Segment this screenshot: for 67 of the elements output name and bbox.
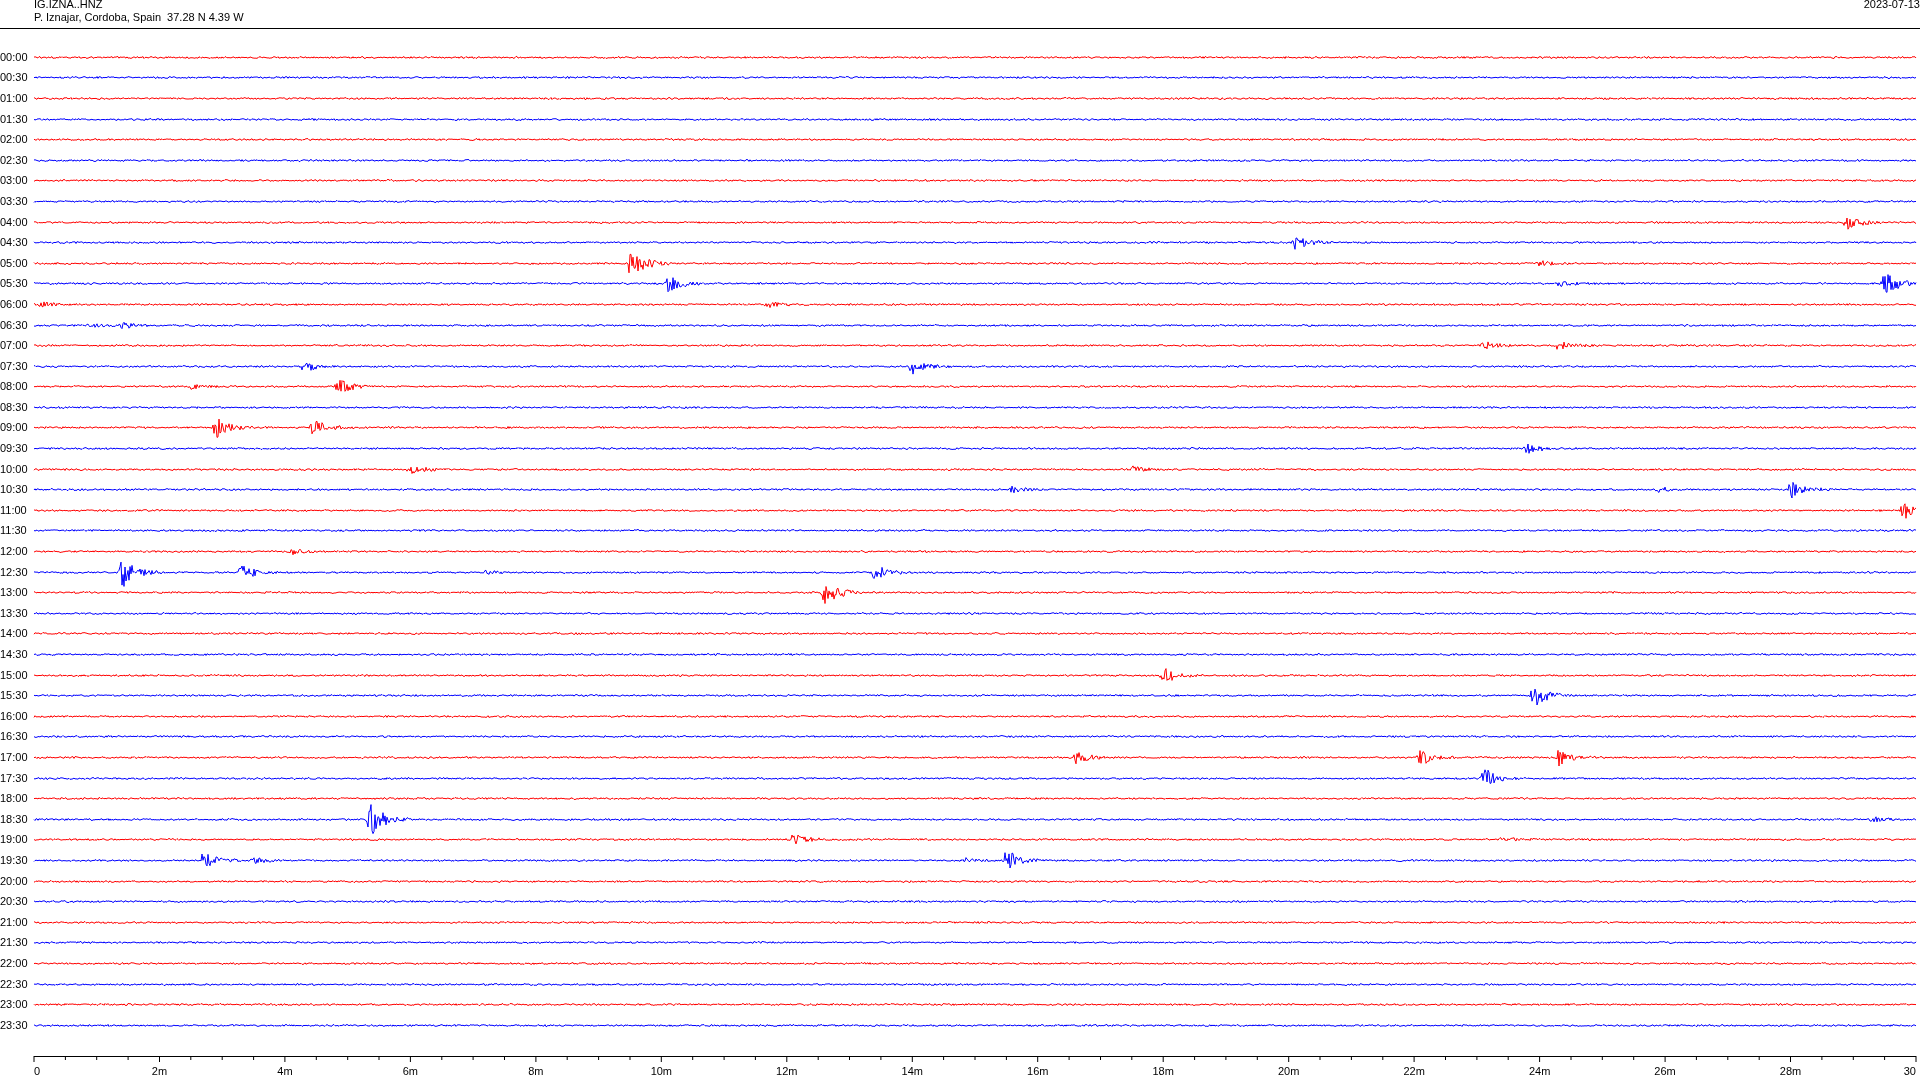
axis-label: 24m — [1528, 1064, 1551, 1077]
axis-label: 6m — [402, 1064, 419, 1077]
time-label: 21:00 — [0, 915, 29, 929]
axis-label: 12m — [776, 1064, 798, 1077]
time-label: 15:30 — [0, 689, 29, 703]
axis-label: 22m — [1403, 1064, 1425, 1077]
axis-label: 18m — [1152, 1064, 1174, 1077]
time-label: 16:00 — [0, 709, 29, 723]
time-label: 17:30 — [0, 771, 29, 785]
time-label: 03:30 — [0, 194, 29, 208]
time-label: 08:00 — [0, 380, 29, 394]
time-label: 02:30 — [0, 153, 29, 167]
axis-label: 0 — [34, 1064, 41, 1077]
time-label: 13:00 — [0, 586, 29, 600]
axis-label: 2m — [151, 1064, 168, 1077]
time-label: 14:00 — [0, 627, 29, 641]
time-label: 22:00 — [0, 956, 29, 970]
time-label: 10:00 — [0, 462, 29, 476]
time-label: 06:00 — [0, 297, 29, 311]
time-label: 04:00 — [0, 215, 29, 229]
time-label: 16:30 — [0, 730, 29, 744]
time-label: 09:30 — [0, 442, 29, 456]
time-label: 04:30 — [0, 236, 29, 250]
time-label: 17:00 — [0, 751, 29, 764]
time-label: 01:00 — [0, 92, 29, 105]
time-label: 08:30 — [0, 400, 29, 414]
time-label: 13:30 — [0, 606, 29, 620]
time-label: 22:30 — [0, 977, 29, 991]
time-label: 01:30 — [0, 112, 29, 126]
axis-label: 26m — [1654, 1064, 1676, 1077]
time-label: 10:30 — [0, 483, 29, 497]
time-label: 00:30 — [0, 71, 29, 85]
time-label: 07:00 — [0, 339, 29, 353]
axis-label: 28m — [1779, 1064, 1802, 1077]
time-label: 23:30 — [0, 1018, 29, 1032]
axis-label: 4m — [277, 1064, 293, 1077]
time-label: 05:30 — [0, 277, 29, 291]
time-label: 06:30 — [0, 318, 29, 332]
station-code: IG.IZNA..HNZ — [34, 0, 104, 11]
time-label: 05:00 — [0, 256, 29, 270]
plot-date: 2023-07-13 — [1863, 0, 1920, 12]
time-label: 14:30 — [0, 648, 29, 661]
time-label: 18:30 — [0, 812, 29, 826]
time-label: 09:00 — [0, 421, 29, 435]
axis-label: 10m — [650, 1064, 673, 1077]
time-label: 00:00 — [0, 50, 29, 64]
time-label: 03:00 — [0, 174, 29, 188]
time-label: 21:30 — [0, 936, 29, 950]
time-label: 19:30 — [0, 853, 29, 867]
time-label: 02:00 — [0, 133, 29, 147]
time-label: 12:00 — [0, 545, 29, 559]
axis-label: 30 — [1903, 1064, 1916, 1077]
time-label: 07:30 — [0, 359, 29, 373]
axis-label: 16m — [1027, 1064, 1049, 1077]
time-label: 20:00 — [0, 874, 29, 888]
axis-label: 14m — [901, 1064, 923, 1077]
station-location: P. Iznajar, Cordoba, Spain 37.28 N 4.39 W — [34, 11, 244, 24]
time-label: 23:00 — [0, 998, 29, 1012]
axis-label: 20m — [1277, 1064, 1300, 1077]
time-label: 20:30 — [0, 895, 29, 909]
time-label: 11:00 — [0, 503, 28, 517]
time-label: 15:00 — [0, 668, 29, 682]
time-label: 11:30 — [0, 524, 28, 538]
time-label: 19:00 — [0, 833, 29, 847]
time-label: 12:30 — [0, 565, 29, 579]
axis-label: 8m — [528, 1064, 544, 1077]
time-label: 18:00 — [0, 792, 29, 806]
